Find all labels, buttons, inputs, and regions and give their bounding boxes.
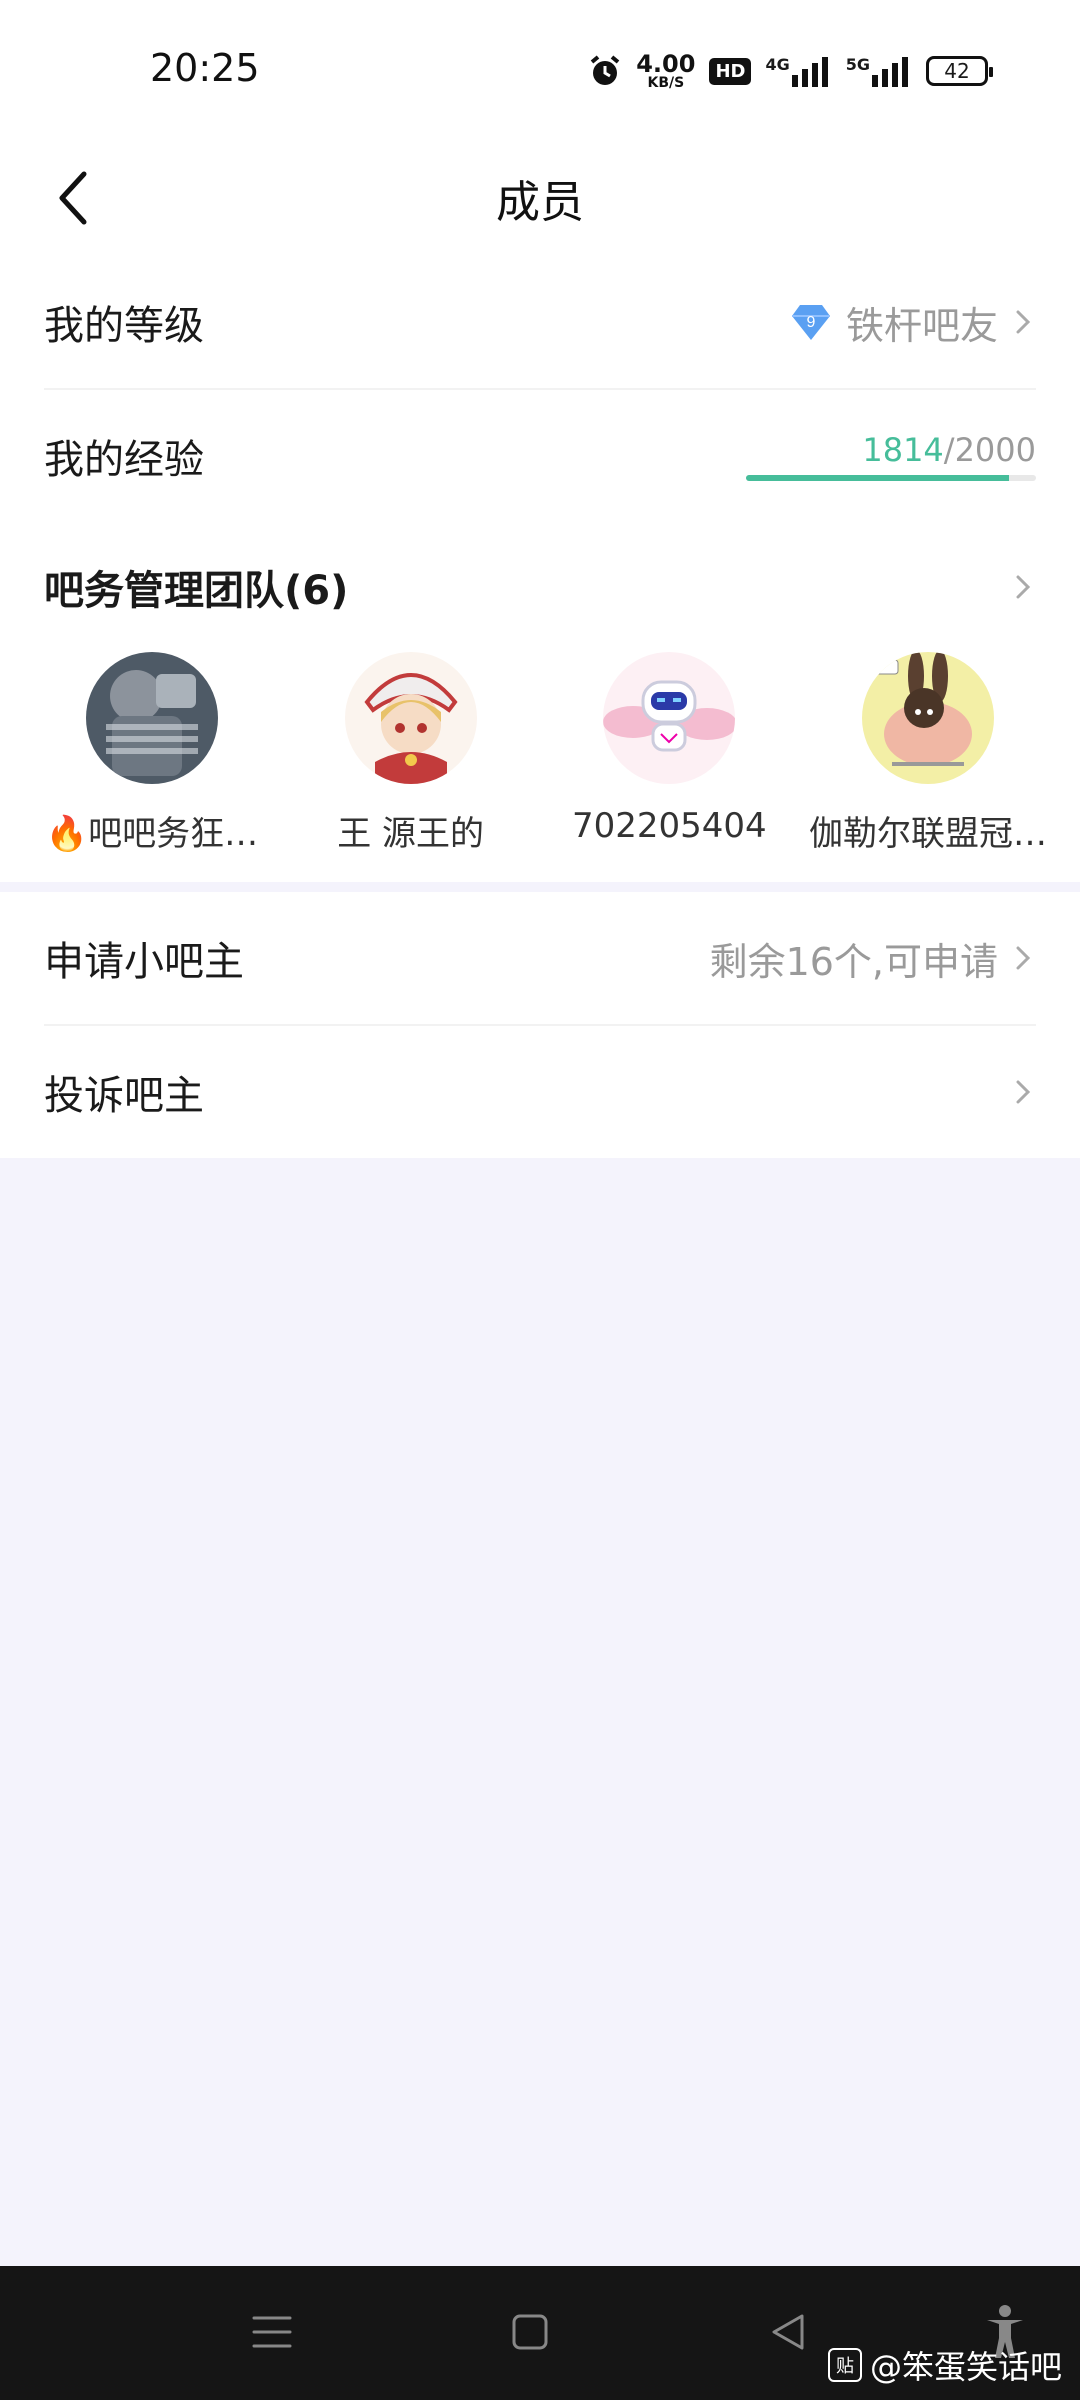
watermark-text: @笨蛋笑话吧 <box>869 2348 1062 2386</box>
back-nav-button[interactable] <box>758 2302 818 2362</box>
status-time: 20:25 <box>150 46 260 90</box>
home-square-icon <box>512 2314 548 2350</box>
team-title: 吧务管理团队(6) <box>44 568 349 614</box>
network-speed: 4.00 KB/S <box>636 50 696 91</box>
battery-icon: 42 <box>926 56 993 86</box>
menu-icon <box>252 2316 292 2348</box>
chevron-right-icon <box>1016 946 1031 970</box>
back-button[interactable] <box>44 150 104 246</box>
exp-display: 1814/2000 <box>746 431 1036 481</box>
exp-progress-bar <box>746 475 1036 481</box>
team-card: 吧务管理团队(6) 🔥吧吧务狂… 王 源王的 702205404 伽勒尔联盟冠… <box>0 522 1080 882</box>
avatar <box>344 652 477 784</box>
chevron-right-icon <box>1016 575 1031 599</box>
watermark: 贴 @笨蛋笑话吧 <box>827 2342 1062 2388</box>
apply-manager-label: 申请小吧主 <box>44 939 244 985</box>
my-exp-row: 我的经验 1814/2000 <box>44 388 1036 522</box>
complain-owner-label: 投诉吧主 <box>44 1073 204 1119</box>
my-level-row[interactable]: 我的等级 9 铁杆吧友 <box>44 256 1036 388</box>
complain-owner-row[interactable]: 投诉吧主 <box>44 1024 1036 1158</box>
actions-card: 申请小吧主 剩余16个,可申请 投诉吧主 <box>0 892 1080 1158</box>
exp-progress-fill <box>746 475 1010 481</box>
status-icons: 4.00 KB/S HD 4G 5G 42 <box>588 48 993 94</box>
member-name: 王 源王的 <box>337 814 485 854</box>
member-name: 伽勒尔联盟冠… <box>808 814 1047 854</box>
header: 成员 <box>0 140 1080 256</box>
exp-text: 1814/2000 <box>862 431 1036 469</box>
member-name: 🔥吧吧务狂… <box>45 814 259 854</box>
home-button[interactable] <box>500 2302 560 2362</box>
alarm-icon <box>590 55 620 85</box>
my-level-label: 我的等级 <box>44 303 204 349</box>
team-member[interactable]: 伽勒尔联盟冠… <box>800 652 1056 882</box>
page-title: 成员 <box>496 177 584 228</box>
back-arrow-icon <box>59 171 87 225</box>
avatar <box>861 652 994 784</box>
team-member[interactable]: 702205404 <box>541 652 797 882</box>
back-triangle-icon <box>772 2314 804 2350</box>
signal-4g-icon: 4G <box>765 55 831 87</box>
level-diamond-icon: 9 <box>791 305 830 340</box>
signal-5g-icon: 5G <box>846 55 912 87</box>
status-bar: 20:25 4.00 KB/S HD 4G 5G 42 <box>0 0 1080 140</box>
member-name: 702205404 <box>571 806 767 846</box>
team-members: 🔥吧吧务狂… 王 源王的 702205404 伽勒尔联盟冠… <box>24 652 1056 882</box>
chevron-right-icon <box>1016 1080 1031 1104</box>
team-header[interactable]: 吧务管理团队(6) <box>44 522 1036 652</box>
apply-status: 剩余16个,可申请 <box>709 939 998 984</box>
avatar <box>86 652 218 784</box>
chevron-right-icon <box>1016 310 1031 334</box>
system-nav-bar: 贴 @笨蛋笑话吧 <box>0 2266 1080 2400</box>
svg-text:9: 9 <box>807 314 816 331</box>
menu-button[interactable] <box>242 2302 302 2362</box>
my-exp-label: 我的经验 <box>44 437 204 483</box>
hd-icon: HD <box>709 57 752 85</box>
tieba-logo-icon: 贴 <box>827 2348 862 2382</box>
team-member[interactable]: 🔥吧吧务狂… <box>24 652 280 882</box>
avatar <box>603 652 736 784</box>
team-member[interactable]: 王 源王的 <box>283 652 539 882</box>
my-info-card: 我的等级 9 铁杆吧友 我的经验 1814/2000 <box>0 256 1080 522</box>
apply-manager-row[interactable]: 申请小吧主 剩余16个,可申请 <box>44 892 1036 1024</box>
level-name: 铁杆吧友 <box>845 303 998 348</box>
